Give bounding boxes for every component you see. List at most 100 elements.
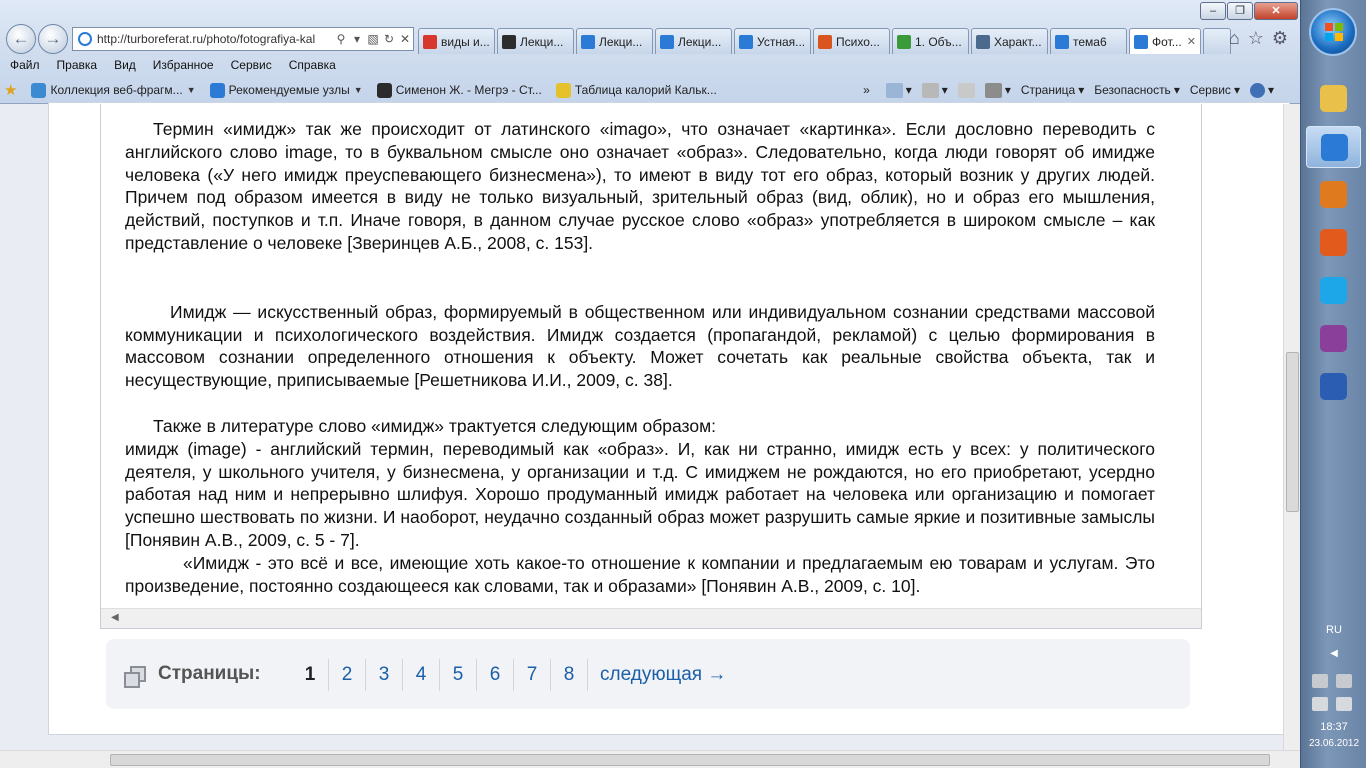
signal-icon[interactable] <box>1312 697 1328 711</box>
device-icon[interactable] <box>1336 697 1352 711</box>
browser-tab[interactable]: Психо... <box>813 28 890 54</box>
chevron-down-icon: ▾ <box>1173 83 1180 97</box>
browser-tab[interactable]: Лекци... <box>497 28 574 54</box>
mail-button[interactable] <box>957 82 975 98</box>
gear-icon[interactable]: ⚙ <box>1272 28 1288 49</box>
paragraph-image-definition: Имидж — искусственный образ, формируемый… <box>125 301 1155 391</box>
taskbar-explorer[interactable] <box>1306 78 1361 120</box>
more-chevron[interactable]: » <box>863 83 870 97</box>
tray-expand-icon[interactable]: ◀ <box>1301 648 1366 659</box>
chevron-down-icon: ▾ <box>1078 83 1085 97</box>
print-button[interactable]: ▾ <box>984 82 1011 98</box>
menu-file[interactable]: Файл <box>0 55 47 76</box>
web-slice-icon <box>31 82 47 98</box>
chevron-down-icon: ▾ <box>941 83 948 97</box>
favorites-star-icon[interactable]: ☆ <box>1248 28 1264 49</box>
forward-button[interactable]: → <box>38 24 68 54</box>
document-horizontal-scrollbar[interactable]: ◀ ▶ <box>101 608 1201 628</box>
favorites-star-icon[interactable]: ★ <box>0 81 21 99</box>
home-icon[interactable]: ⌂ <box>1229 28 1240 49</box>
language-indicator[interactable]: RU <box>1301 624 1366 636</box>
tab-favicon-icon <box>423 34 437 49</box>
menu-favorites[interactable]: Избранное <box>143 55 221 76</box>
feeds-button[interactable]: ▾ <box>921 82 948 98</box>
menu-edit[interactable]: Правка <box>47 55 105 76</box>
help-button[interactable]: ▾ <box>1249 82 1274 98</box>
taskbar-internet-explorer[interactable] <box>1306 126 1361 168</box>
favorite-item[interactable]: Сименон Ж. - Мегрэ - Ст... <box>373 82 546 98</box>
browser-tab[interactable]: тема6 <box>1050 28 1127 54</box>
page-link[interactable]: 2 <box>329 659 366 691</box>
tab-label: Характ... <box>994 34 1042 49</box>
search-icon[interactable]: ⚲ <box>333 32 349 46</box>
back-button[interactable]: ← <box>6 24 36 54</box>
taskbar-media-player[interactable] <box>1306 174 1361 216</box>
scroll-left-icon[interactable]: ◀ <box>111 612 119 623</box>
stop-icon[interactable]: ✕ <box>397 32 413 46</box>
maximize-button[interactable]: ❐ <box>1227 2 1253 20</box>
chevron-down-icon: ▾ <box>905 83 912 97</box>
close-window-button[interactable]: ✕ <box>1254 2 1298 20</box>
network-error-icon[interactable] <box>1336 674 1352 688</box>
taskbar-office[interactable] <box>1306 222 1361 264</box>
page-link[interactable]: 7 <box>514 659 551 691</box>
clock-date[interactable]: 23.06.2012 <box>1301 738 1366 749</box>
chevron-down-icon: ▾ <box>1004 83 1011 97</box>
tools-menu[interactable]: Сервис ▾ <box>1190 83 1240 97</box>
address-bar[interactable]: http://turboreferat.ru/photo/fotografiya… <box>72 27 414 51</box>
next-page-link[interactable]: следующая → <box>600 659 726 691</box>
address-url[interactable]: http://turboreferat.ru/photo/fotografiya… <box>97 32 333 46</box>
browser-tab[interactable]: Лекци... <box>576 28 653 54</box>
page-menu[interactable]: Страница ▾ <box>1021 83 1084 97</box>
taskbar-winrar[interactable] <box>1306 318 1361 360</box>
page-link[interactable]: 4 <box>403 659 440 691</box>
favorite-item[interactable]: Коллекция веб-фрагм... ▼ <box>27 82 199 98</box>
site-icon <box>555 82 571 98</box>
page-link-current: 1 <box>292 659 329 691</box>
scroll-thumb[interactable] <box>110 754 1270 766</box>
active-browser-tab[interactable]: Фот... ✕ <box>1129 28 1201 54</box>
compatibility-icon[interactable]: ▧ <box>365 32 381 46</box>
new-tab-button[interactable] <box>1203 28 1231 54</box>
tab-favicon-icon <box>739 34 753 49</box>
document-viewer[interactable]: Термин «имидж» так же происходит от лати… <box>100 104 1202 629</box>
home-button[interactable]: ▾ <box>885 82 912 98</box>
ie-page-icon <box>78 32 92 46</box>
favorite-item[interactable]: Рекомендуемые узлы ▼ <box>206 82 367 98</box>
menu-tools[interactable]: Сервис <box>221 55 279 76</box>
browser-tab[interactable]: Устная... <box>734 28 811 54</box>
page-link[interactable]: 5 <box>440 659 477 691</box>
page-link[interactable]: 6 <box>477 659 514 691</box>
menu-help[interactable]: Справка <box>279 55 343 76</box>
refresh-icon[interactable]: ↻ <box>381 32 397 46</box>
skype-icon <box>1320 277 1347 304</box>
paragraph-term-image: Термин «имидж» так же происходит от лати… <box>125 119 1155 253</box>
taskbar-word[interactable] <box>1306 366 1361 408</box>
minimize-button[interactable]: – <box>1200 2 1226 20</box>
taskbar-skype[interactable] <box>1306 270 1361 312</box>
tab-favicon-icon <box>1134 34 1148 49</box>
site-icon <box>376 82 392 98</box>
chevron-down-icon[interactable]: ▾ <box>349 32 365 46</box>
browser-tab[interactable]: 1. Объ... <box>892 28 969 54</box>
browser-vertical-scrollbar[interactable] <box>1283 104 1300 750</box>
command-bar: » ▾ ▾ ▾ Страница ▾ Безопасность ▾ Сервис ▾ … <box>863 78 1274 102</box>
safety-menu[interactable]: Безопасность ▾ <box>1094 83 1180 97</box>
volume-muted-icon[interactable] <box>1312 674 1328 688</box>
browser-horizontal-scrollbar[interactable] <box>0 750 1300 768</box>
browser-tab[interactable]: Лекци... <box>655 28 732 54</box>
page-link[interactable]: 3 <box>366 659 403 691</box>
browser-tab[interactable]: Характ... <box>971 28 1048 54</box>
close-tab-icon[interactable]: ✕ <box>1187 35 1196 48</box>
browser-tab[interactable]: виды и... <box>418 28 495 54</box>
help-icon <box>1249 82 1265 98</box>
tab-label: виды и... <box>441 34 490 49</box>
clock-time[interactable]: 18:37 <box>1301 721 1366 733</box>
scroll-thumb[interactable] <box>1286 352 1299 512</box>
page-link[interactable]: 8 <box>551 659 588 691</box>
menu-view[interactable]: Вид <box>104 55 143 76</box>
safety-menu-label: Безопасность <box>1094 83 1171 97</box>
start-button[interactable] <box>1309 8 1357 56</box>
favorite-item[interactable]: Таблица калорий Кальк... <box>552 82 721 98</box>
